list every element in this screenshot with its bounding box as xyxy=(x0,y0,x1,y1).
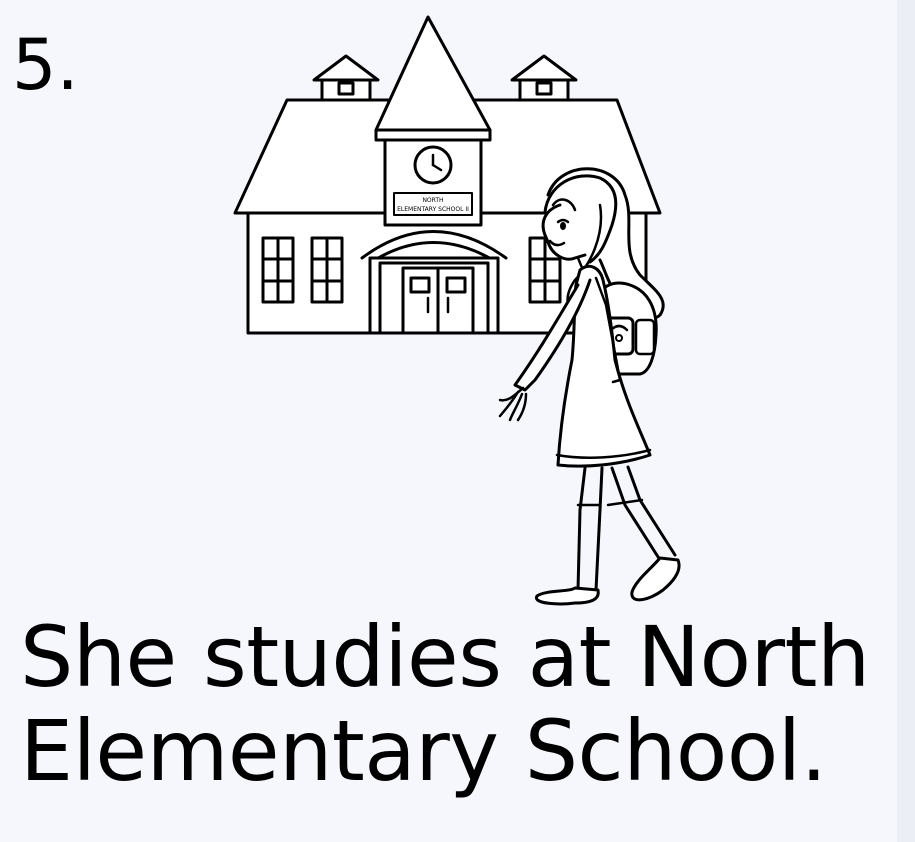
sign-line-1: NORTH xyxy=(422,197,443,204)
window-left-2 xyxy=(310,236,344,304)
entrance xyxy=(360,230,508,335)
left-dormer xyxy=(312,54,380,102)
sign-line-2: ELEMENTARY SCHOOL II xyxy=(397,206,469,213)
clock-tower: NORTH ELEMENTARY SCHOOL II xyxy=(374,15,492,227)
caption-line-2: Elementary School. xyxy=(20,702,827,800)
caption-line-1: She studies at North xyxy=(20,608,870,706)
window-left-1 xyxy=(261,236,295,304)
right-dormer xyxy=(510,54,578,102)
caption: She studies at North Elementary School. xyxy=(20,610,900,798)
